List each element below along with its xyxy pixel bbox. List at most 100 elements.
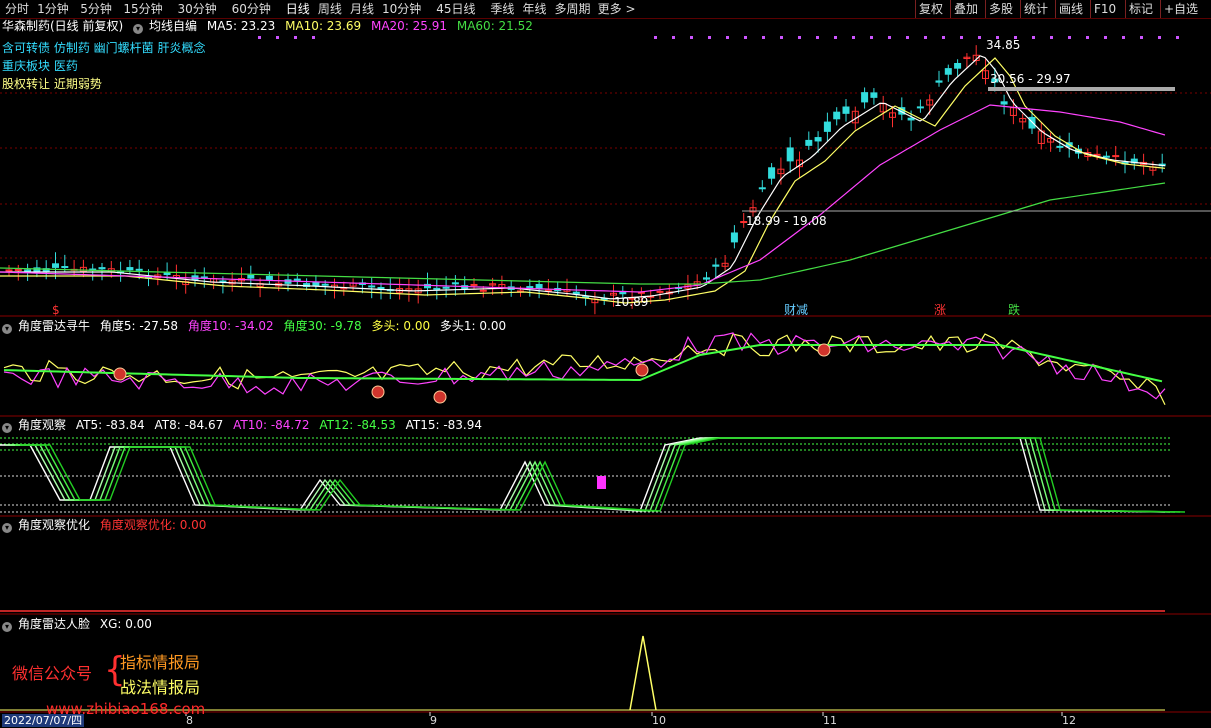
range-high-annotation: 30.56 - 29.97 (990, 72, 1071, 86)
concept-line-3[interactable]: 股权转让 近期弱势 (2, 77, 102, 91)
candle (451, 282, 459, 285)
high-price-annotation: 34.85 (986, 38, 1021, 52)
fall-marker[interactable]: 跌 (1008, 303, 1020, 317)
period-tab-13[interactable]: 多周期 (555, 1, 591, 17)
period-tab-8[interactable]: 月线 (350, 1, 374, 17)
resistance-band (988, 87, 1175, 91)
toolbar-right-5[interactable]: F10 (1094, 1, 1116, 17)
ma20-label: MA20: 25.91 (370, 19, 448, 33)
rise-marker[interactable]: 涨 (934, 303, 946, 317)
signal-dot (834, 36, 837, 39)
pane2-title[interactable]: 角度雷达寻牛 (18, 319, 90, 333)
signal-dot (1086, 36, 1089, 39)
toolbar-separator (1020, 0, 1021, 18)
signal-dot (294, 36, 297, 39)
toolbar-right-2[interactable]: 多股 (989, 1, 1013, 17)
toolbar-separator (985, 0, 986, 18)
period-tab-3[interactable]: 15分钟 (123, 1, 162, 17)
period-tab-4[interactable]: 30分钟 (177, 1, 216, 17)
signal-dot (888, 36, 891, 39)
period-tab-2[interactable]: 5分钟 (80, 1, 112, 17)
pane2-signal-badge (635, 363, 649, 377)
candle (321, 283, 329, 286)
month-tick-10: 10 (652, 714, 666, 727)
period-tab-1[interactable]: 1分钟 (37, 1, 69, 17)
signal-dot (276, 36, 279, 39)
collapse-icon[interactable]: ▾ (133, 24, 144, 34)
pane2-green-line (3, 344, 1163, 383)
candle (1000, 101, 1008, 105)
candle (312, 281, 320, 287)
period-tab-12[interactable]: 年线 (522, 1, 546, 17)
toolbar-right-6[interactable]: 标记 (1129, 1, 1153, 17)
main-pane-header: 华森制药(日线 前复权) ▾ 均线自编 MA5: 23.23 MA10: 23.6… (2, 19, 539, 34)
pane5-title[interactable]: 角度雷达人脸 (18, 617, 90, 631)
candle (135, 268, 143, 271)
kline-chart-canvas[interactable] (0, 19, 1211, 728)
collapse-icon[interactable]: ▾ (2, 523, 12, 533)
signal-dot (798, 36, 801, 39)
candle (368, 285, 376, 288)
collapse-icon[interactable]: ▾ (2, 423, 12, 433)
toolbar-separator (1055, 0, 1056, 18)
current-date-label: 2022/07/07/四 (2, 714, 85, 727)
pane4-header: ▾ 角度观察优化 角度观察优化: 0.00 (2, 518, 212, 533)
pane3-at12: AT12: -84.53 (319, 418, 396, 432)
candle (5, 269, 13, 272)
signal-dot (1122, 36, 1125, 39)
collapse-icon[interactable]: ▾ (2, 622, 12, 632)
signal-dot (816, 36, 819, 39)
pane2-bull1: 多头1: 0.00 (439, 319, 507, 333)
finance-reduce-marker[interactable]: 财减 (784, 303, 808, 317)
candle (861, 92, 869, 103)
candle (870, 92, 878, 98)
period-tab-9[interactable]: 10分钟 (382, 1, 421, 17)
pane4-title[interactable]: 角度观察优化 (18, 518, 90, 532)
candle (61, 266, 69, 269)
toolbar-right-1[interactable]: 叠加 (954, 1, 978, 17)
pane3-at8: AT8: -84.67 (154, 418, 224, 432)
candle (786, 147, 794, 162)
stock-title[interactable]: 华森制药(日线 前复权) (2, 19, 123, 33)
period-toolbar: 分时 1分钟 5分钟 15分钟 30分钟 60分钟 日线 周线 月线 10分钟 45日线 季线 年线 多周… (0, 0, 1211, 19)
toolbar-right-4[interactable]: 画线 (1059, 1, 1083, 17)
toolbar-right-7[interactable]: +自选 (1164, 1, 1198, 17)
month-tick-12: 12 (1062, 714, 1076, 727)
ma60-line (0, 182, 1166, 285)
period-tab-14[interactable]: 更多 > (598, 1, 636, 17)
period-tab-10[interactable]: 45日线 (436, 1, 475, 17)
candle (712, 264, 720, 267)
signal-dot (960, 36, 963, 39)
indicator-name[interactable]: 均线自编 (149, 19, 197, 33)
concept-line-1[interactable]: 含可转债 仿制药 幽门螺杆菌 肝炎概念 (2, 41, 205, 55)
pane4-value: 角度观察优化: 0.00 (99, 518, 207, 532)
candle (1056, 145, 1064, 148)
signal-dot (258, 36, 261, 39)
candle (247, 274, 255, 279)
period-tab-0[interactable]: 分时 (5, 1, 29, 17)
collapse-icon[interactable]: ▾ (2, 324, 12, 334)
candle (52, 263, 59, 268)
pane3-title[interactable]: 角度观察 (18, 418, 66, 432)
dollar-marker[interactable]: $ (52, 303, 60, 317)
period-tab-5[interactable]: 60分钟 (232, 1, 271, 17)
toolbar-right-0[interactable]: 复权 (919, 1, 943, 17)
candle (14, 269, 22, 272)
pane3-at-line-1 (5, 437, 1171, 513)
watermark-wechat: 微信公众号 (12, 664, 93, 683)
low-price-annotation: 10.89 (614, 295, 649, 309)
candle (842, 106, 850, 114)
pane2-angle30: 角度30: -9.78 (283, 319, 362, 333)
pane3-at5: AT5: -83.84 (75, 418, 145, 432)
concept-line-2[interactable]: 重庆板块 医药 (2, 59, 78, 73)
signal-dot (870, 36, 873, 39)
candle (907, 117, 915, 121)
period-tab-6[interactable]: 日线 (286, 1, 310, 17)
period-tab-11[interactable]: 季线 (490, 1, 514, 17)
period-tab-7[interactable]: 周线 (318, 1, 342, 17)
candle (833, 111, 841, 120)
pane5-spike (629, 635, 657, 711)
signal-dot (942, 36, 945, 39)
toolbar-right-3[interactable]: 统计 (1024, 1, 1048, 17)
candle (916, 106, 924, 109)
